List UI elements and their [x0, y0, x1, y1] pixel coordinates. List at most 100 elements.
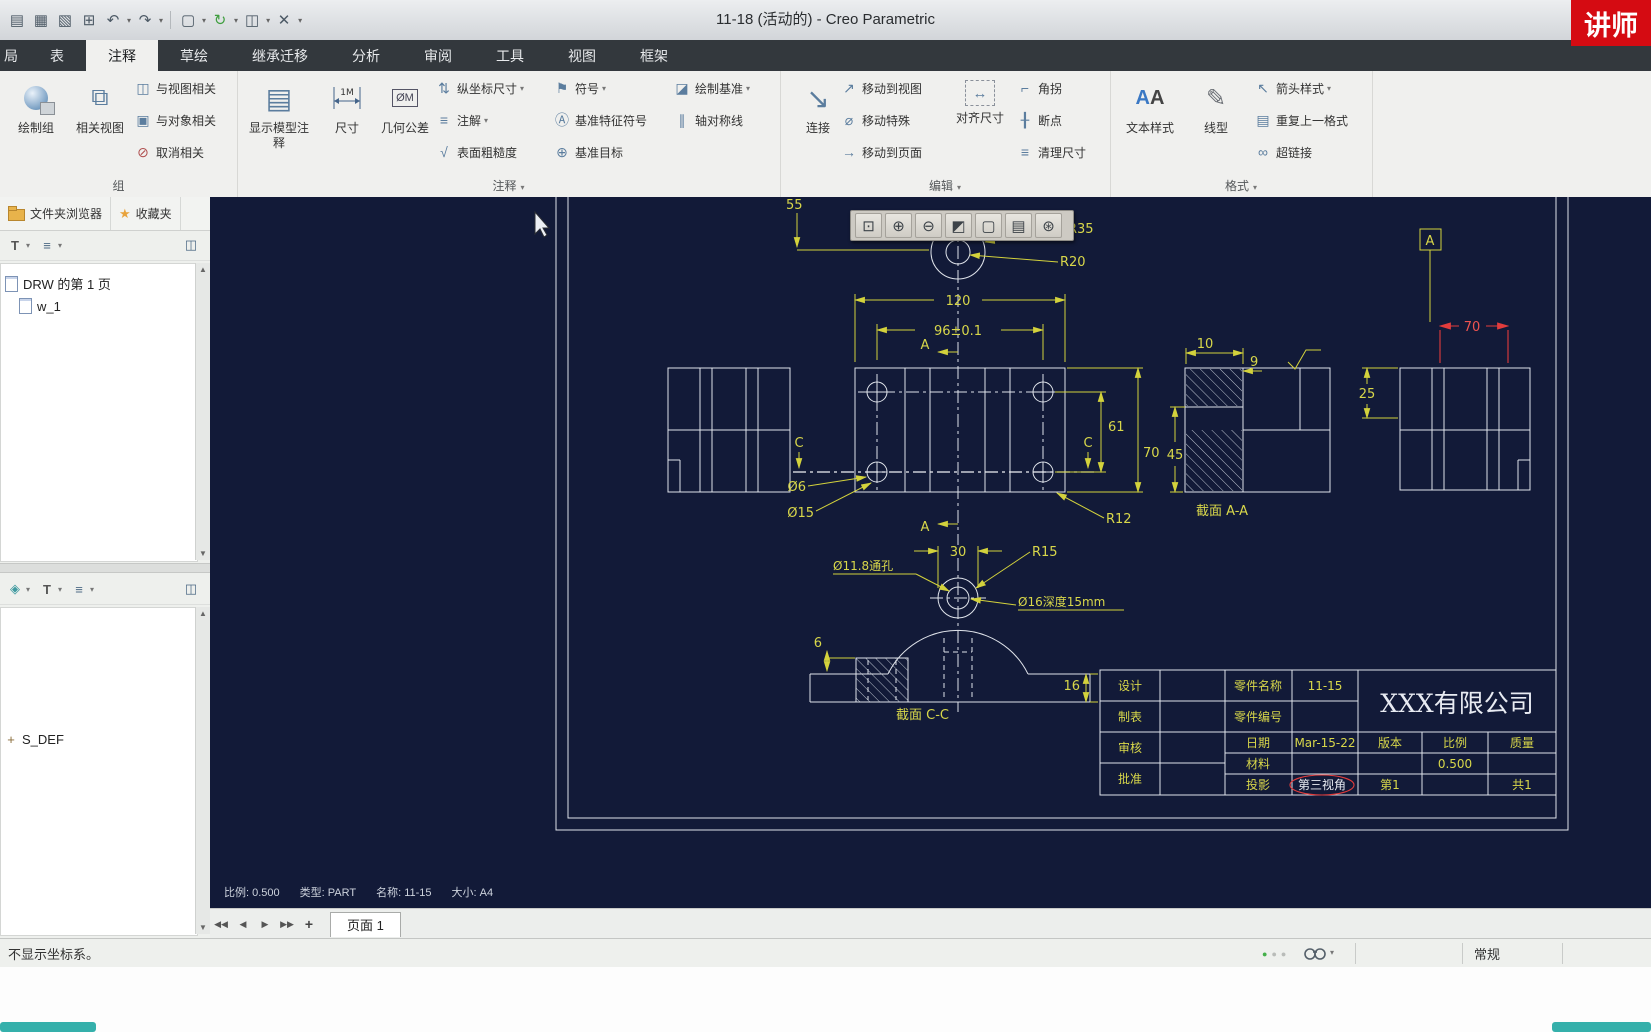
ordinate-dimension-button[interactable]: ⇅ 纵坐标尺寸 ▾ [435, 74, 524, 102]
tree1-scrollbar[interactable]: ▲ ▼ [195, 263, 210, 560]
show-model-annotations-button[interactable]: ▤ 显示模型注释 [247, 74, 311, 172]
dim-r15[interactable]: R15 [1032, 545, 1058, 560]
display-style-icon[interactable]: ◩ [945, 213, 972, 238]
select-box-icon[interactable]: ▢ [177, 9, 199, 31]
section-aa-view[interactable] [1184, 367, 1331, 493]
tree1-list-icon[interactable]: ≡ [38, 236, 56, 254]
breakpoint-button[interactable]: ╂ 断点 [1016, 106, 1062, 134]
move-to-view-button[interactable]: ↗ 移动到视图 [840, 74, 922, 102]
undo-caret-icon[interactable]: ▾ [127, 16, 131, 25]
regenerate-caret-icon[interactable]: ▾ [234, 16, 238, 25]
add-sheet-button[interactable]: + [299, 913, 319, 935]
note-button[interactable]: ≡ 注解 ▾ [435, 106, 488, 134]
tree1-scroll-up-icon[interactable]: ▲ [199, 263, 207, 276]
line-style-button[interactable]: ✎ 线型 [1184, 74, 1248, 172]
tab-view[interactable]: 视图 [546, 40, 618, 71]
dim-dia15[interactable]: Ø15 [787, 506, 814, 521]
dim-16[interactable]: 16 [1063, 679, 1080, 694]
dim-30[interactable]: 30 [950, 545, 967, 560]
redo-button[interactable]: ↷ [134, 9, 156, 31]
ordinate-caret-icon[interactable]: ▾ [520, 84, 524, 93]
text-style-button[interactable]: AA 文本样式 [1118, 74, 1182, 172]
tree2-list-icon[interactable]: ≡ [70, 580, 88, 598]
left-view[interactable] [667, 367, 791, 493]
dim-96[interactable]: 96±0.1 [934, 324, 982, 339]
graphics-area[interactable]: 55 120 96±0.1 A A C C 61 70 Ø6 Ø15 R12 R… [210, 197, 1651, 908]
tree2-list-caret-icon[interactable]: ▾ [90, 585, 94, 594]
hyperlink-button[interactable]: ∞ 超链接 [1254, 138, 1312, 166]
tab-analysis[interactable]: 分析 [330, 40, 402, 71]
section-letter-c-left[interactable]: C [794, 436, 803, 451]
undo-button[interactable]: ↶ [102, 9, 124, 31]
tab-folder-browser[interactable]: 文件夹浏览器 [0, 197, 112, 230]
sheet-tab-page1[interactable]: 页面 1 [330, 911, 401, 937]
group-label-format[interactable]: 格式 ▾ [1110, 177, 1372, 194]
gtol-button[interactable]: ØM 几何公差 [373, 74, 437, 172]
tree-item-csys[interactable]: + S_DEF [5, 730, 64, 748]
section-aa-label[interactable]: 截面 A-A [1196, 504, 1248, 519]
section-letter-a-top[interactable]: A [921, 338, 930, 353]
group-label-annotate[interactable]: 注释 ▾ [237, 177, 780, 194]
note-caret-icon[interactable]: ▾ [484, 116, 488, 125]
save-icon[interactable]: ▦ [30, 9, 52, 31]
search-caret-icon[interactable]: ▾ [1330, 948, 1334, 957]
model-tree[interactable]: + S_DEF [0, 607, 198, 936]
dim-dia6[interactable]: Ø6 [787, 480, 806, 495]
save-as-icon[interactable]: ▧ [54, 9, 76, 31]
view-related-button[interactable]: ◫ 与视图相关 [134, 74, 216, 102]
section-cc-label[interactable]: 截面 C-C [896, 708, 949, 723]
tab-annotate[interactable]: 注释 [86, 40, 158, 71]
symbol-caret-icon[interactable]: ▾ [602, 84, 606, 93]
zoom-in-icon[interactable]: ⊕ [885, 213, 912, 238]
tab-sketch[interactable]: 草绘 [158, 40, 230, 71]
section-letter-c-right[interactable]: C [1083, 436, 1092, 451]
next-sheet-button[interactable]: ▶ [255, 913, 275, 935]
tab-layout[interactable]: 局 [0, 40, 28, 71]
surface-finish-symbol[interactable] [1287, 349, 1321, 370]
dim-10[interactable]: 10 [1197, 337, 1214, 352]
tree1-panes-icon[interactable]: ◫ [182, 236, 200, 254]
regenerate-icon[interactable]: ↻ [209, 9, 231, 31]
tab-tools[interactable]: 工具 [474, 40, 546, 71]
tab-framework[interactable]: 框架 [618, 40, 690, 71]
close-window-icon[interactable]: ✕ [273, 9, 295, 31]
tree2-scrollbar[interactable]: ▲ ▼ [195, 607, 210, 934]
axis-symmetry-line-button[interactable]: ∥ 轴对称线 [673, 106, 744, 134]
tree2-scroll-down-icon[interactable]: ▼ [199, 921, 207, 934]
zoom-window-icon[interactable]: ⊡ [855, 213, 882, 238]
redo-caret-icon[interactable]: ▾ [159, 16, 163, 25]
open-icon[interactable]: ⊞ [78, 9, 100, 31]
dim-120[interactable]: 120 [946, 294, 971, 309]
tab-table[interactable]: 表 [28, 40, 86, 71]
windows-icon[interactable]: ◫ [241, 9, 263, 31]
object-related-button[interactable]: ▣ 与对象相关 [134, 106, 216, 134]
dim-6[interactable]: 6 [814, 636, 822, 651]
related-views-button[interactable]: ⧉ 相关视图 [68, 74, 132, 172]
tree2-filter-caret-icon[interactable]: ▾ [58, 585, 62, 594]
status-mode[interactable]: 常规 [1474, 939, 1500, 968]
arrow-style-caret-icon[interactable]: ▾ [1327, 84, 1331, 93]
tree1-filter-icon[interactable]: T [6, 236, 24, 254]
zoom-out-icon[interactable]: ⊖ [915, 213, 942, 238]
group-label-edit[interactable]: 编辑 ▾ [780, 177, 1110, 194]
datum-a-letter[interactable]: A [1426, 234, 1435, 249]
tree1-list-caret-icon[interactable]: ▾ [58, 241, 62, 250]
tree2-model-caret-icon[interactable]: ▾ [26, 585, 30, 594]
datum-feature-symbol-button[interactable]: Ⓐ 基准特征符号 [553, 106, 647, 134]
move-to-sheet-button[interactable]: → 移动到页面 [840, 138, 922, 166]
unrelate-button[interactable]: ⊘ 取消相关 [134, 138, 204, 166]
dim-r20[interactable]: R20 [1060, 255, 1086, 270]
dim-9[interactable]: 9 [1250, 355, 1258, 370]
align-dimensions-button[interactable]: ↔ 对齐尺寸 [948, 74, 1012, 172]
qat-customize-caret-icon[interactable]: ▾ [298, 16, 302, 25]
right-view[interactable] [1399, 367, 1531, 491]
section-letter-a-bottom[interactable]: A [921, 520, 930, 535]
tree-item-view1[interactable]: w_1 [19, 298, 61, 314]
windows-caret-icon[interactable]: ▾ [266, 16, 270, 25]
tree1-scroll-down-icon[interactable]: ▼ [199, 547, 207, 560]
draw-group-button[interactable]: 绘制组 [4, 74, 68, 172]
tree2-panes-icon[interactable]: ◫ [182, 580, 200, 598]
cleanup-dimensions-button[interactable]: ≡ 清理尺寸 [1016, 138, 1086, 166]
dim-70-red[interactable]: 70 [1464, 320, 1481, 335]
draft-datum-caret-icon[interactable]: ▾ [746, 84, 750, 93]
